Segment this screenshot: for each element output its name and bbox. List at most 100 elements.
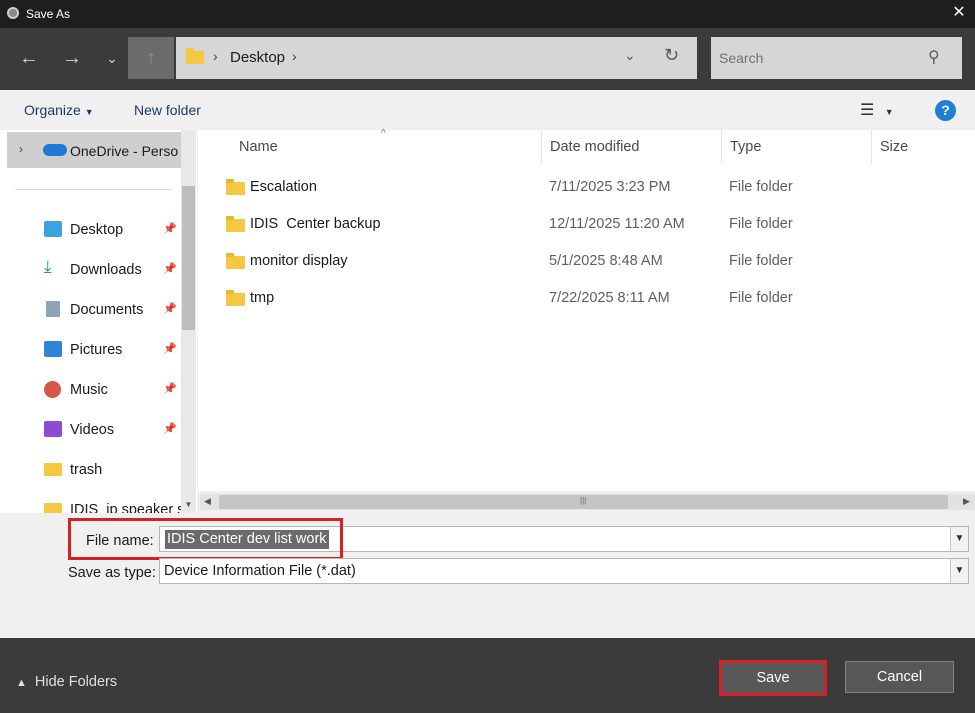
title-bar: Save As ✕ [0,0,975,28]
up-button[interactable]: ↑ [128,37,174,79]
chevron-right-icon[interactable]: › [19,142,23,156]
column-header-date-modified[interactable]: Date modified [541,130,721,164]
scroll-left-arrow-icon[interactable]: ◀ [204,496,211,507]
pin-icon[interactable]: 📌 [163,342,177,355]
search-input[interactable] [719,47,919,69]
file-name: tmp [250,290,275,306]
new-folder-button[interactable]: New folder [134,102,201,118]
pictures-icon [44,341,62,357]
save-as-type-label: Save as type: [68,565,156,581]
search-box[interactable]: ⚲ [711,37,962,79]
sidebar-item-downloads[interactable]: ⤓ Downloads 📌 [40,255,180,285]
navigation-pane: › OneDrive - Perso Desktop 📌 ⤓ Downloads… [0,130,197,513]
folder-icon [226,179,245,195]
save-form: File name: IDIS Center dev list work ▼ S… [0,513,975,638]
breadcrumb-separator: › [292,48,297,64]
sidebar-item-label: trash [70,462,103,478]
column-header-label: Date modified [550,139,640,155]
recent-locations-chevron-down-icon[interactable]: ⌄ [100,44,124,72]
folder-icon [44,463,62,476]
sidebar-item-label: Desktop [70,222,124,238]
videos-icon [44,421,62,437]
save-as-type-dropdown-chevron-icon[interactable]: ▼ [950,559,968,583]
file-row[interactable]: IDIS Center backup 12/11/2025 11:20 AM F… [198,209,975,239]
column-header-type[interactable]: Type [721,130,871,164]
file-date: 5/1/2025 8:48 AM [549,253,663,269]
sidebar-item-label: Pictures [70,342,123,358]
file-name-selected-text[interactable]: IDIS Center dev list work [165,530,329,549]
sidebar-item-trash[interactable]: trash [40,455,180,485]
scroll-right-arrow-icon[interactable]: ▶ [963,496,970,507]
search-icon[interactable]: ⚲ [928,47,940,67]
sidebar-item-onedrive[interactable]: › OneDrive - Perso [7,132,181,168]
pin-icon[interactable]: 📌 [163,222,177,235]
desktop-icon [44,221,62,237]
chevron-up-icon: ▲ [16,677,27,689]
address-bar[interactable]: › Desktop › ⌄ ↻ [176,37,697,79]
list-view-icon: ☰ [860,102,875,119]
nav-pane-scrollbar-thumb[interactable] [182,186,195,330]
dropdown-arrow-icon: ▼ [84,107,94,117]
breadcrumb-desktop[interactable]: Desktop [230,49,285,66]
bottom-bar: ▲ Hide Folders Save Cancel [0,638,975,713]
column-header-label: Name [239,139,278,155]
close-icon[interactable]: ✕ [949,3,969,23]
sidebar-item-idis-ip-speaker[interactable]: IDIS_ip speaker s [40,495,184,513]
music-icon [44,381,61,398]
file-name: Escalation [250,179,317,195]
forward-button[interactable]: → [60,44,84,72]
file-date: 12/11/2025 11:20 AM [549,216,685,232]
scrollbar-grip-icon: ||| [580,496,587,505]
cancel-button[interactable]: Cancel [845,661,954,693]
file-name-dropdown-chevron-icon[interactable]: ▼ [950,527,968,551]
file-list: Name ^ Date modified Type Size Escalatio… [198,128,975,491]
app-icon [7,7,19,19]
pin-icon[interactable]: 📌 [163,302,177,315]
file-row[interactable]: Escalation 7/11/2025 3:23 PM File folder [198,172,975,202]
sidebar-item-videos[interactable]: Videos 📌 [40,415,180,445]
view-options-button[interactable]: ☰ ▼ [860,100,894,120]
dropdown-arrow-icon: ▼ [884,107,894,117]
column-header-label: Size [880,139,909,155]
hide-folders-button[interactable]: ▲ Hide Folders [16,674,117,690]
sidebar-item-music[interactable]: Music 📌 [40,375,180,405]
folder-icon [44,503,62,513]
divider [15,189,171,190]
scroll-down-arrow-icon[interactable]: ▼ [181,498,196,512]
organize-button[interactable]: Organize ▼ [24,102,94,118]
pin-icon[interactable]: 📌 [163,262,177,275]
file-date: 7/22/2025 8:11 AM [549,290,670,306]
organize-label: Organize [24,102,81,118]
sort-ascending-icon: ^ [381,128,386,139]
pin-icon[interactable]: 📌 [163,382,177,395]
column-header-label: Type [730,139,762,155]
file-row[interactable]: monitor display 5/1/2025 8:48 AM File fo… [198,246,975,276]
save-as-type-value: Device Information File (*.dat) [164,563,356,579]
file-type: File folder [729,179,793,195]
save-as-type-select[interactable]: Device Information File (*.dat) ▼ [159,558,969,584]
sidebar-item-label: IDIS_ip speaker s [70,502,185,513]
documents-icon [46,301,60,317]
pin-icon[interactable]: 📌 [163,422,177,435]
sidebar-item-pictures[interactable]: Pictures 📌 [40,335,180,365]
file-name-field[interactable]: IDIS Center dev list work ▼ [159,526,969,552]
sidebar-item-documents[interactable]: Documents 📌 [40,295,180,325]
save-button[interactable]: Save [719,660,827,696]
sidebar-item-desktop[interactable]: Desktop 📌 [40,215,180,245]
refresh-icon[interactable]: ↻ [664,45,679,66]
folder-icon [226,253,245,269]
folder-icon [226,216,245,232]
file-row[interactable]: tmp 7/22/2025 8:11 AM File folder [198,283,975,313]
sidebar-item-label: Downloads [70,262,142,278]
file-name: monitor display [250,253,348,269]
cloud-icon [43,144,67,156]
horizontal-scrollbar[interactable]: ||| ◀ ▶ [200,491,975,513]
breadcrumb-separator: › [213,48,218,64]
back-button[interactable]: ← [17,44,41,72]
file-name: IDIS Center backup [250,216,381,232]
column-header-size[interactable]: Size [871,130,971,164]
column-header-name[interactable]: Name ^ [198,128,541,164]
sidebar-item-label: Music [70,382,108,398]
help-icon[interactable]: ? [935,100,956,121]
address-dropdown-chevron-icon[interactable]: ⌄ [624,47,636,64]
